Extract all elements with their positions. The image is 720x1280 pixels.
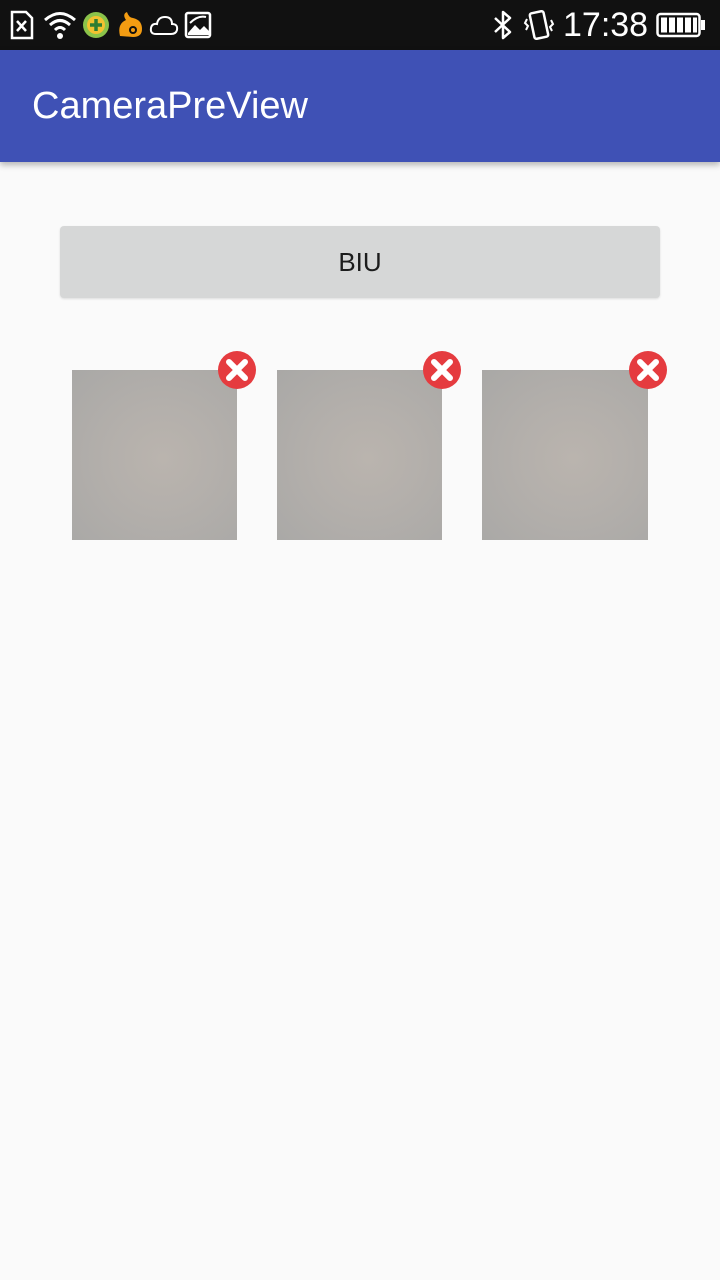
- bluetooth-icon: [490, 9, 516, 41]
- delete-icon[interactable]: [217, 350, 257, 390]
- battery-icon: [656, 9, 706, 41]
- photo-thumbnail[interactable]: [482, 370, 648, 540]
- photo-thumbnail[interactable]: [72, 370, 237, 540]
- sim-error-icon: [8, 9, 36, 41]
- vibrate-icon: [522, 9, 556, 41]
- delete-icon[interactable]: [422, 350, 462, 390]
- status-time: 17:38: [563, 6, 649, 44]
- wifi-icon: [42, 9, 78, 41]
- app-title: CameraPreView: [32, 85, 308, 127]
- photo-thumbnail[interactable]: [277, 370, 442, 540]
- uc-browser-icon: [114, 9, 146, 41]
- main-content: BIU: [0, 162, 720, 1280]
- status-bar: 17:38: [0, 0, 720, 50]
- cloud-icon: [148, 9, 180, 41]
- app-store-icon: [81, 9, 111, 41]
- biu-button[interactable]: BIU: [60, 226, 660, 298]
- image-icon: [183, 9, 213, 41]
- app-bar: CameraPreView: [0, 50, 720, 162]
- delete-icon[interactable]: [628, 350, 668, 390]
